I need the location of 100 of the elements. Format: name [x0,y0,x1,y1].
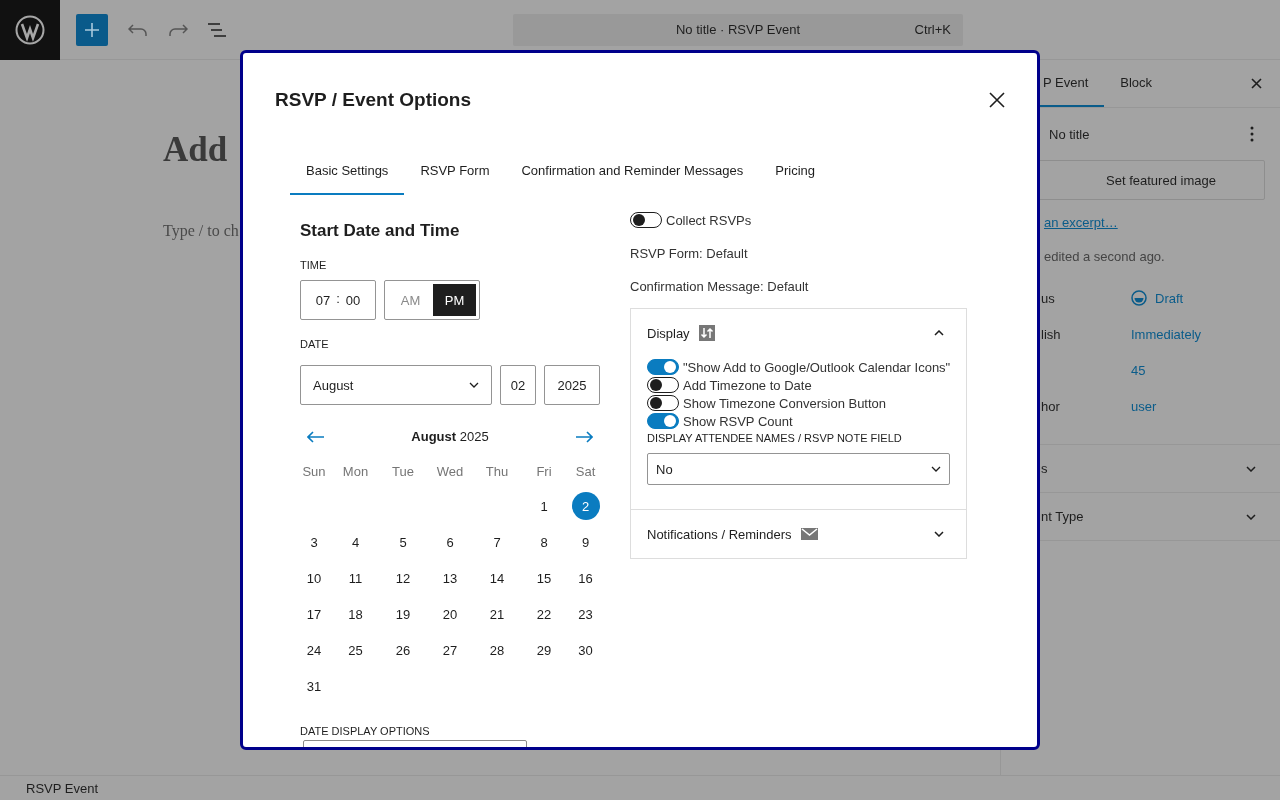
toggle-label: Show RSVP Count [683,413,793,429]
toggle-switch[interactable] [630,212,662,228]
document-title: No title · RSVP Event [675,22,800,37]
calendar-day[interactable]: 18 [341,600,370,628]
calendar-day[interactable]: 14 [483,564,511,592]
panel-title: Display [647,325,690,341]
calendar-day[interactable]: 29 [530,636,558,664]
next-month-arrow-icon[interactable] [575,430,593,443]
post-title-label: No title [1049,126,1090,142]
day-input[interactable]: 02 [500,365,536,405]
field-label: DATE DISPLAY OPTIONS [300,725,431,737]
weekday-label: Fri [535,464,553,481]
calendar-day[interactable]: 26 [389,636,417,664]
weekday-label: Sun [301,464,327,481]
wordpress-logo[interactable] [0,0,60,60]
toggle-switch[interactable] [647,395,679,411]
calendar-day[interactable]: 21 [483,600,511,628]
command-bar[interactable]: No title · RSVP Event Ctrl+K [513,13,963,46]
chevron-down-icon [931,466,941,472]
confirmation-note: Confirmation Message: Default [630,279,810,294]
calendar-day[interactable]: 8 [530,528,558,556]
panel-header[interactable]: Display [631,309,966,357]
more-options-icon[interactable] [1250,126,1254,142]
calendar-day[interactable]: 31 [300,672,328,700]
field-label: DISPLAY ATTENDEE NAMES / RSVP NOTE FIELD [647,432,903,444]
close-icon[interactable] [1251,78,1262,89]
field-label: DATE [300,338,330,350]
close-icon[interactable] [989,92,1005,108]
minute-value: 00 [345,292,361,308]
calendar-day[interactable]: 24 [300,636,328,664]
add-block-button[interactable] [76,13,108,46]
calendar-day[interactable]: 23 [571,600,600,628]
calendar-day[interactable]: 11 [341,564,370,592]
calendar-day[interactable]: 3 [300,528,328,556]
weekday-label: Thu [484,464,510,481]
sidebar-tab[interactable]: Block [1104,60,1169,107]
previous-month-arrow-icon[interactable] [307,430,325,443]
redo-icon[interactable] [168,22,188,37]
toggle-switch[interactable] [647,377,679,393]
chevron-down-icon [469,382,479,388]
toggle-label: Show Timezone Conversion Button [683,395,887,411]
calendar-day[interactable]: 27 [436,636,464,664]
dialog-tab[interactable]: Confirmation and Reminder Messages [505,147,760,195]
field-label: TIME [300,259,328,271]
toggle-switch[interactable] [647,413,679,429]
toggle-label: "Show Add to Google/Outlook Calendar Icons" [683,359,951,375]
calendar-day[interactable]: 25 [341,636,370,664]
toggle-label: Collect RSVPs [666,212,752,228]
wordpress-logo-icon [15,14,45,45]
hour-value: 07 [315,292,331,308]
calendar-day[interactable]: 30 [571,636,600,664]
attendee-names-select[interactable]: No [647,453,950,485]
weekday-label: Wed [435,464,465,481]
list-view-icon[interactable] [208,22,226,37]
meridiem-toggle[interactable]: PM [433,284,476,316]
plus-icon [85,22,99,37]
calendar-day[interactable]: 22 [530,600,558,628]
calendar-day[interactable]: 6 [436,528,464,556]
draft-status-icon [1131,290,1147,306]
dialog-tab[interactable]: Pricing [759,147,832,195]
calendar-day[interactable]: 5 [389,528,417,556]
shortcut-hint: Ctrl+K [914,22,951,37]
dialog-title: RSVP / Event Options [275,89,472,111]
weekday-label: Tue [391,464,415,481]
calendar-day[interactable]: 20 [436,600,464,628]
calendar-day[interactable]: 12 [389,564,417,592]
paragraph-placeholder[interactable]: Type / to ch [163,222,239,240]
dialog-tab[interactable]: Basic Settings [290,147,405,195]
toggle-switch[interactable] [647,359,679,375]
rsvp-form-note: RSVP Form: Default [630,246,749,261]
row-label: us [1041,290,1055,306]
calendar-day[interactable]: 28 [483,636,511,664]
weekday-label: Sat [574,464,597,481]
calendar-day[interactable]: 1 [530,492,558,520]
year-input[interactable]: 2025 [544,365,600,405]
calendar-day[interactable]: 9 [571,528,600,556]
month-select[interactable]: August [300,365,492,405]
post-title[interactable]: Add [163,130,228,170]
time-input[interactable]: 07 : 00 [300,280,376,320]
weekday-label: Mon [341,464,370,481]
sort-icon [698,325,715,341]
calendar-day[interactable]: 17 [300,600,328,628]
calendar-day[interactable]: 10 [300,564,328,592]
calendar-day[interactable]: 7 [483,528,511,556]
last-edited-note: edited a second ago. [1044,249,1166,264]
time-separator: : [336,290,340,306]
undo-icon[interactable] [128,22,148,37]
dialog-tab[interactable]: RSVP Form [404,147,506,195]
calendar-day[interactable]: 15 [530,564,558,592]
calendar-day[interactable]: 13 [436,564,464,592]
row-label: hor [1041,398,1060,414]
calendar-day[interactable]: 2 [571,492,600,520]
calendar-day[interactable]: 4 [341,528,370,556]
section-title: nt Type [1041,509,1084,524]
calendar-day[interactable]: 16 [571,564,600,592]
panel-header[interactable]: Notifications / Reminders [631,510,966,558]
breadcrumb[interactable]: RSVP Event [26,780,99,796]
section-heading: Start Date and Time [300,221,461,241]
calendar-day[interactable]: 19 [389,600,417,628]
meridiem-toggle[interactable]: AM [388,284,433,316]
